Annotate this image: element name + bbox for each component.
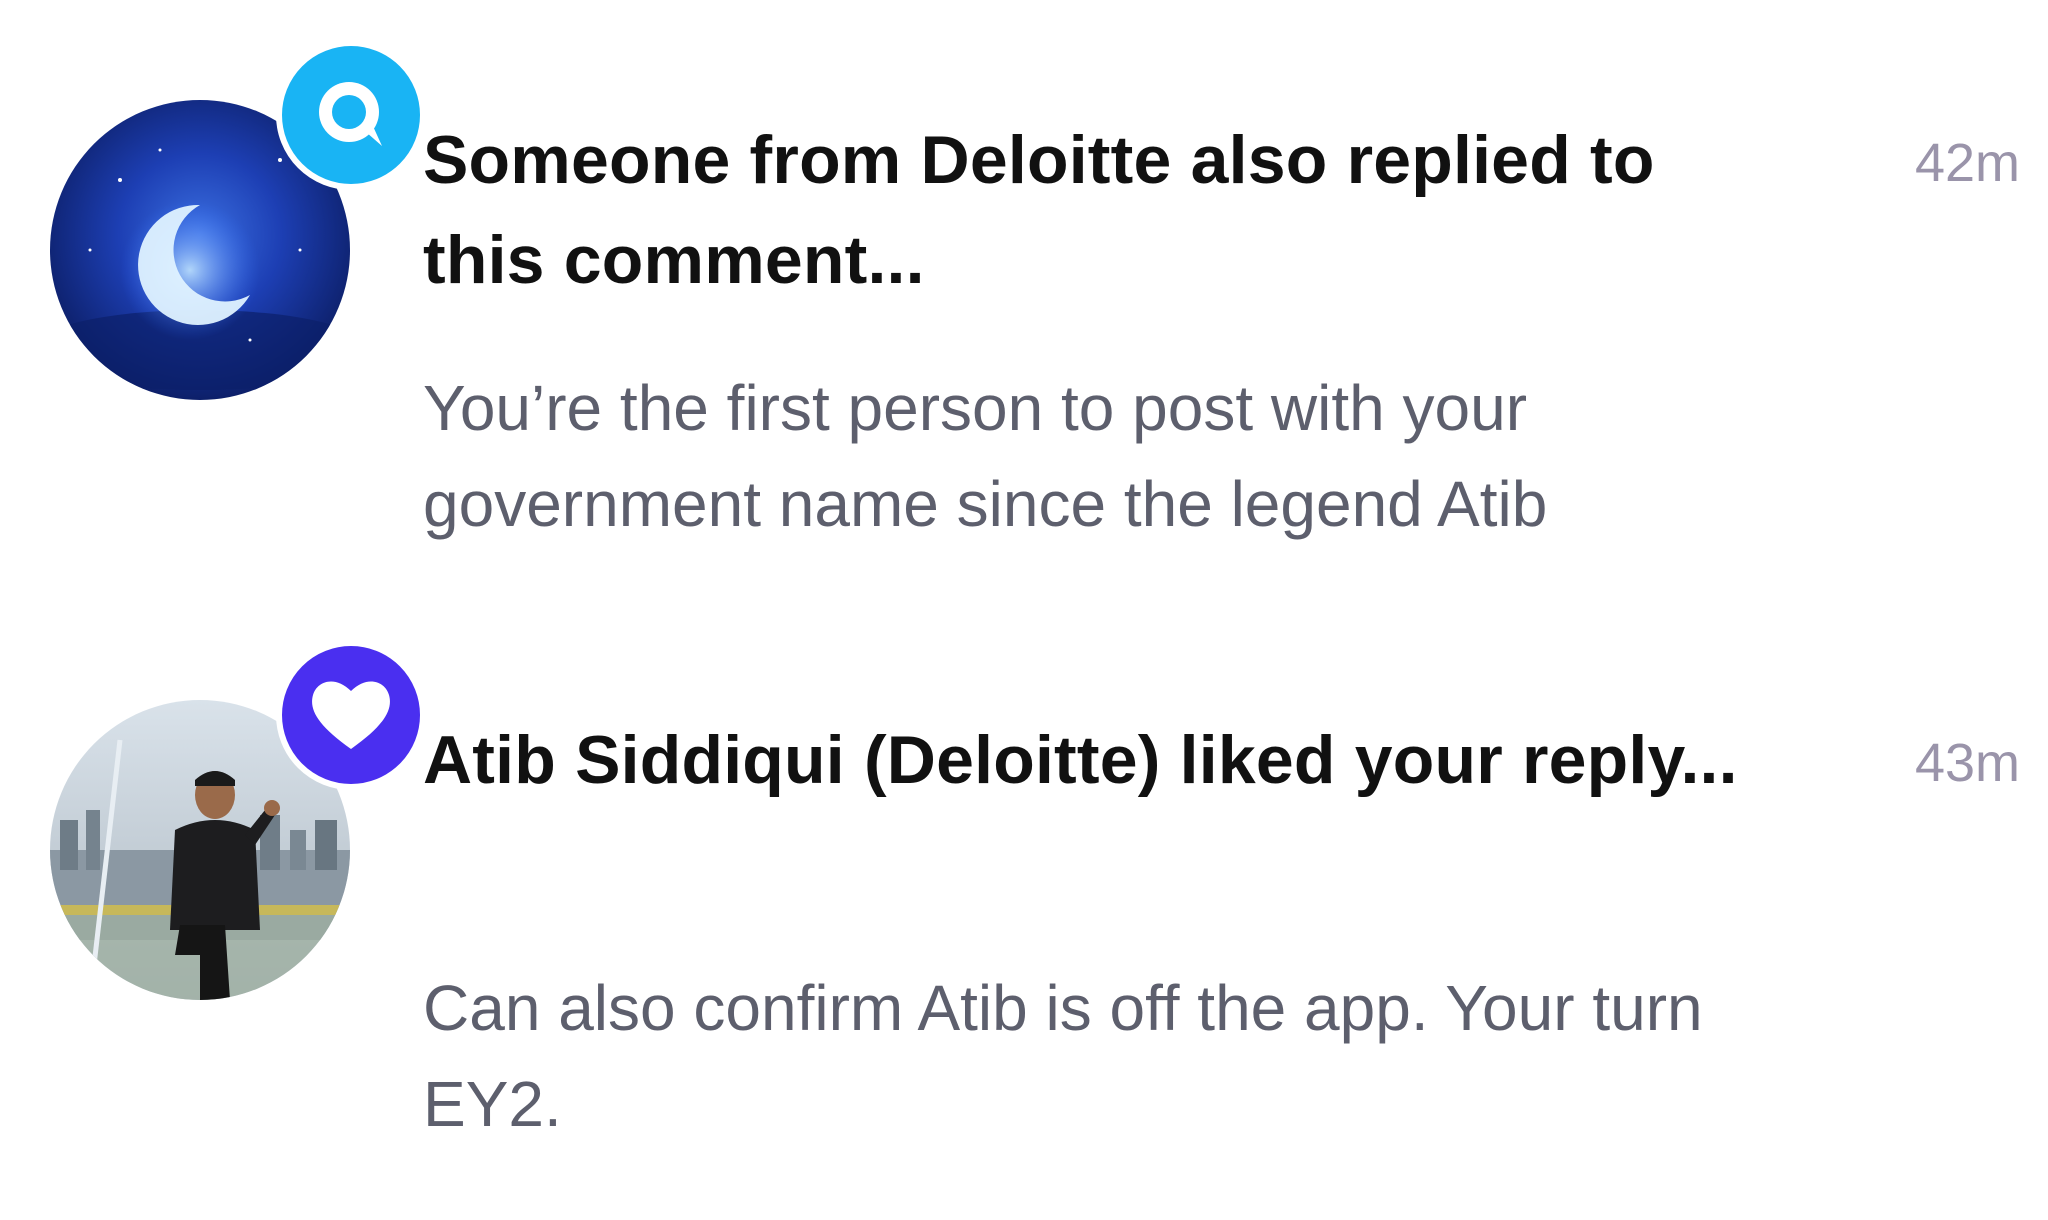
notification-body: Can also confirm Atib is off the app. Yo… — [423, 972, 1703, 1140]
comment-bubble-icon — [276, 40, 426, 190]
notification-title: Atib Siddiqui (Deloitte) liked your repl… — [423, 722, 1738, 798]
notification-list: Someone from Deloitte also replied to th… — [0, 0, 2048, 1207]
heart-icon — [276, 640, 426, 790]
notification-timestamp: 43m — [1914, 733, 2020, 793]
avatar-container — [50, 640, 426, 1000]
notification-body: You’re the first person to post with you… — [423, 372, 1548, 540]
notification-timestamp: 42m — [1914, 133, 2020, 193]
notification-title: Someone from Deloitte also replied to th… — [423, 122, 1655, 298]
notification-item[interactable]: Someone from Deloitte also replied to th… — [0, 40, 2048, 620]
avatar-container — [50, 40, 426, 400]
notification-item[interactable]: Atib Siddiqui (Deloitte) liked your repl… — [0, 640, 2048, 1220]
